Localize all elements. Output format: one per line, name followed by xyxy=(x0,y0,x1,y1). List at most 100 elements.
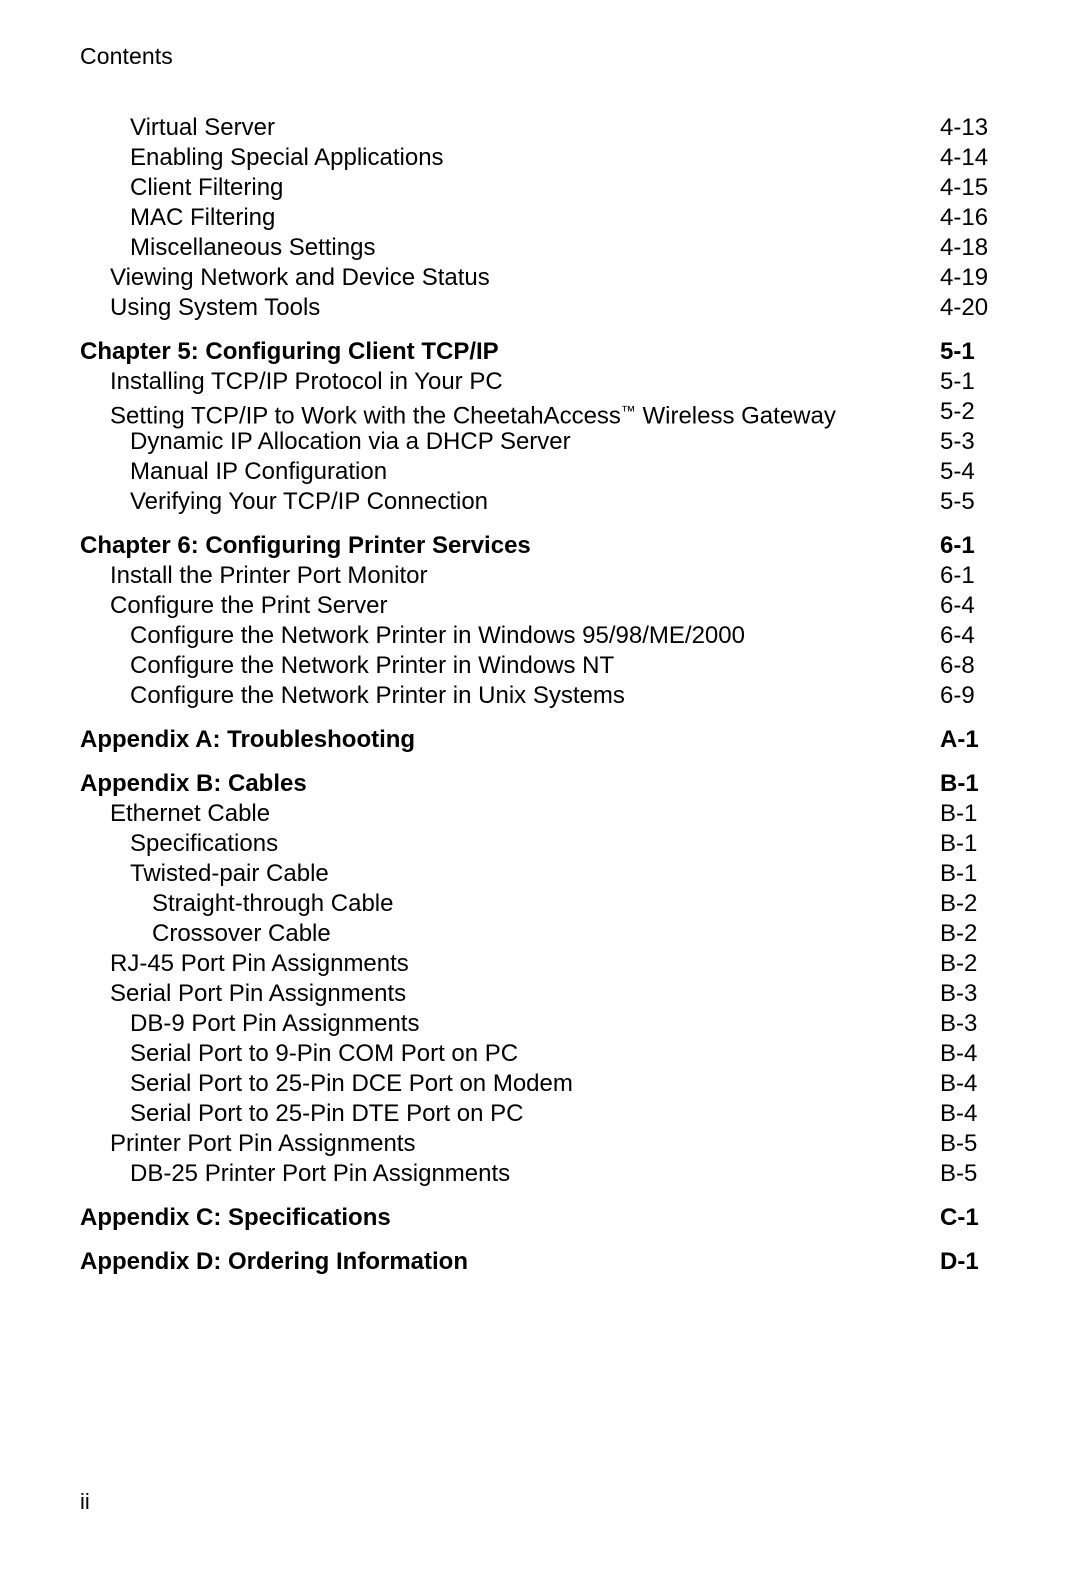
toc-entry-page-number: 6-4 xyxy=(940,592,975,619)
toc-entry-row[interactable]: Viewing Network and Device Status 4-19 xyxy=(0,263,1080,293)
toc-entry-page-number: B-2 xyxy=(940,950,978,977)
toc-heading-row[interactable]: Appendix D: Ordering Information D-1 xyxy=(0,1233,1080,1277)
toc-entry-row[interactable]: Ethernet Cable B-1 xyxy=(0,799,1080,829)
toc-heading-row[interactable]: Chapter 5: Configuring Client TCP/IP 5-1 xyxy=(0,323,1080,367)
toc-entry-title: Serial Port to 25-Pin DTE Port on PC xyxy=(130,1100,524,1127)
toc-entry-row[interactable]: Configure the Network Printer in Windows… xyxy=(0,621,1080,651)
table-of-contents: Virtual Server 4-13 Enabling Special Appli… xyxy=(0,113,1080,1277)
document-page: Contents Virtual Server 4-13 Enabling Spec… xyxy=(0,0,1080,1570)
toc-entry-row[interactable]: Serial Port to 25-Pin DCE Port on Modem B… xyxy=(0,1069,1080,1099)
toc-entry-title: Twisted-pair Cable xyxy=(130,860,329,887)
page-folio: ii xyxy=(80,1489,90,1514)
toc-entry-row[interactable]: Virtual Server 4-13 xyxy=(0,113,1080,143)
toc-entry-row[interactable]: RJ-45 Port Pin Assignments B-2 xyxy=(0,949,1080,979)
toc-entry-row[interactable]: Using System Tools 4-20 xyxy=(0,293,1080,323)
toc-entry-page-number: B-1 xyxy=(940,830,978,857)
toc-entry-page-number: B-2 xyxy=(940,920,978,947)
toc-entry-page-number: D-1 xyxy=(940,1248,979,1275)
toc-entry-row[interactable]: Manual IP Configuration 5-4 xyxy=(0,457,1080,487)
toc-entry-row[interactable]: Configure the Print Server 6-4 xyxy=(0,591,1080,621)
toc-entry-row[interactable]: Twisted-pair Cable B-1 xyxy=(0,859,1080,889)
toc-entry-title: Configure the Print Server xyxy=(110,592,388,619)
toc-entry-title: Serial Port Pin Assignments xyxy=(110,980,407,1007)
toc-entry-title: Install the Printer Port Monitor xyxy=(110,562,428,589)
toc-entry-row[interactable]: Configure the Network Printer in Unix Sy… xyxy=(0,681,1080,711)
toc-entry-title: MAC Filtering xyxy=(130,204,276,231)
toc-entry-title: Viewing Network and Device Status xyxy=(110,264,490,291)
toc-entry-row[interactable]: Install the Printer Port Monitor 6-1 xyxy=(0,561,1080,591)
toc-entry-row[interactable]: Printer Port Pin Assignments B-5 xyxy=(0,1129,1080,1159)
toc-entry-page-number: B-2 xyxy=(940,890,978,917)
toc-entry-title: Virtual Server xyxy=(130,114,275,141)
toc-entry-title: DB-9 Port Pin Assignments xyxy=(130,1010,420,1037)
toc-entry-page-number: 5-2 xyxy=(940,398,975,425)
toc-entry-page-number: 5-5 xyxy=(940,488,975,515)
toc-entry-page-number: 6-8 xyxy=(940,652,975,679)
running-head: Contents xyxy=(80,43,173,69)
toc-entry-title: Installing TCP/IP Protocol in Your PC xyxy=(110,368,503,395)
toc-entry-title: Miscellaneous Settings xyxy=(130,234,376,261)
toc-entry-row[interactable]: Client Filtering 4-15 xyxy=(0,173,1080,203)
toc-entry-row[interactable]: MAC Filtering 4-16 xyxy=(0,203,1080,233)
toc-entry-title: Printer Port Pin Assignments xyxy=(110,1130,416,1157)
toc-entry-row[interactable]: Serial Port Pin Assignments B-3 xyxy=(0,979,1080,1009)
toc-entry-row[interactable]: Configure the Network Printer in Windows… xyxy=(0,651,1080,681)
toc-heading-row[interactable]: Chapter 6: Configuring Printer Services 6… xyxy=(0,517,1080,561)
toc-entry-title: Verifying Your TCP/IP Connection xyxy=(130,488,489,515)
toc-heading-row[interactable]: Appendix B: Cables B-1 xyxy=(0,755,1080,799)
toc-heading-row[interactable]: Appendix C: Specifications C-1 xyxy=(0,1189,1080,1233)
toc-entry-page-number: 6-1 xyxy=(940,562,975,589)
toc-entry-title: Ethernet Cable xyxy=(110,800,271,827)
toc-entry-page-number: B-1 xyxy=(940,860,978,887)
toc-entry-page-number: 5-3 xyxy=(940,428,975,455)
toc-entry-title: Appendix D: Ordering Information xyxy=(80,1248,468,1275)
toc-entry-page-number: B-5 xyxy=(940,1160,978,1187)
toc-entry-row[interactable]: Specifications B-1 xyxy=(0,829,1080,859)
toc-entry-page-number: 6-4 xyxy=(940,622,975,649)
toc-entry-page-number: 4-19 xyxy=(940,264,989,291)
toc-entry-title: Configure the Network Printer in Windows… xyxy=(130,652,615,679)
toc-entry-row[interactable]: Installing TCP/IP Protocol in Your PC 5-1 xyxy=(0,367,1080,397)
toc-entry-title: Dynamic IP Allocation via a DHCP Server xyxy=(130,428,571,455)
toc-entry-title: Crossover Cable xyxy=(152,920,331,947)
toc-entry-page-number: B-3 xyxy=(940,1010,978,1037)
toc-entry-page-number: B-4 xyxy=(940,1100,978,1127)
toc-entry-title: Enabling Special Applications xyxy=(130,144,444,171)
toc-entry-row[interactable]: Crossover Cable B-2 xyxy=(0,919,1080,949)
toc-entry-page-number: 4-16 xyxy=(940,204,989,231)
toc-entry-row[interactable]: Setting TCP/IP to Work with the CheetahA… xyxy=(0,397,1080,430)
toc-entry-page-number: 6-9 xyxy=(940,682,975,709)
toc-entry-page-number: B-4 xyxy=(940,1040,978,1067)
toc-entry-title: Using System Tools xyxy=(110,294,321,321)
toc-entry-row[interactable]: Enabling Special Applications 4-14 xyxy=(0,143,1080,173)
toc-entry-page-number: B-5 xyxy=(940,1130,978,1157)
toc-heading-row[interactable]: Appendix A: Troubleshooting A-1 xyxy=(0,711,1080,755)
toc-entry-row[interactable]: DB-25 Printer Port Pin Assignments B-5 xyxy=(0,1159,1080,1189)
toc-entry-title: Specifications xyxy=(130,830,279,857)
toc-entry-page-number: 5-4 xyxy=(940,458,975,485)
toc-entry-page-number: 4-18 xyxy=(940,234,989,261)
toc-entry-page-number: B-4 xyxy=(940,1070,978,1097)
toc-entry-page-number: 4-20 xyxy=(940,294,989,321)
toc-entry-row[interactable]: Straight-through Cable B-2 xyxy=(0,889,1080,919)
toc-entry-page-number: B-3 xyxy=(940,980,978,1007)
toc-entry-title: Manual IP Configuration xyxy=(130,458,388,485)
toc-entry-row[interactable]: DB-9 Port Pin Assignments B-3 xyxy=(0,1009,1080,1039)
toc-entry-title: Client Filtering xyxy=(130,174,284,201)
toc-entry-page-number: 4-13 xyxy=(940,114,989,141)
toc-entry-row[interactable]: Serial Port to 9-Pin COM Port on PC B-4 xyxy=(0,1039,1080,1069)
toc-entry-page-number: 4-14 xyxy=(940,144,989,171)
toc-entry-page-number: B-1 xyxy=(940,800,978,827)
toc-entry-title: RJ-45 Port Pin Assignments xyxy=(110,950,409,977)
toc-entry-title: DB-25 Printer Port Pin Assignments xyxy=(130,1160,511,1187)
toc-entry-row[interactable]: Verifying Your TCP/IP Connection 5-5 xyxy=(0,487,1080,517)
toc-entry-row[interactable]: Dynamic IP Allocation via a DHCP Server 5… xyxy=(0,427,1080,457)
toc-entry-title: Straight-through Cable xyxy=(152,890,394,917)
toc-entry-page-number: 5-1 xyxy=(940,368,975,395)
toc-entry-page-number: 4-15 xyxy=(940,174,989,201)
toc-entry-row[interactable]: Serial Port to 25-Pin DTE Port on PC B-4 xyxy=(0,1099,1080,1129)
toc-entry-row[interactable]: Miscellaneous Settings 4-18 xyxy=(0,233,1080,263)
toc-entry-title: Serial Port to 25-Pin DCE Port on Modem xyxy=(130,1070,573,1097)
toc-entry-title: Serial Port to 9-Pin COM Port on PC xyxy=(130,1040,519,1067)
toc-entry-title: Configure the Network Printer in Unix Sy… xyxy=(130,682,625,709)
